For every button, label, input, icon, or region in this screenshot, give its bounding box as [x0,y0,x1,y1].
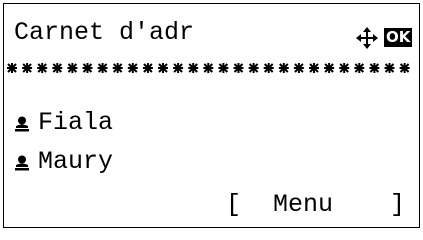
divider-star [82,63,93,73]
divider-star [127,63,138,73]
divider-star [52,63,63,73]
ok-button[interactable]: OK [384,28,413,47]
divider-star [324,63,335,73]
divider-star [278,63,289,73]
menu-label: Menu [273,190,334,219]
list-item-label: Maury [38,147,114,176]
divider-star [369,63,380,73]
divider-star [37,63,48,73]
divider-star [7,63,17,73]
divider-star [354,63,365,73]
divider-star [399,63,410,73]
divider-star [203,63,214,73]
header-divider [6,61,416,75]
divider-star [263,63,274,73]
menu-close-bracket: ] [390,190,406,219]
divider-star [67,63,78,73]
divider-star [293,63,304,73]
divider-star [218,63,229,73]
divider-star [339,63,350,73]
divider-star [112,63,123,73]
divider-star [233,63,244,73]
title-bar: Carnet d'adr OK [14,16,414,50]
divider-star [248,63,259,73]
divider-star [188,63,199,73]
menu-open-bracket: [ [226,190,242,219]
list-item-label: Fiala [38,108,114,137]
divider-star [158,63,168,73]
divider-star [97,63,108,73]
divider-star [22,63,33,73]
person-icon [14,116,30,137]
divider-star [309,63,319,73]
divider-star [384,63,395,73]
person-icon [14,155,30,176]
list-item[interactable]: Fiala [14,107,404,139]
divider-star [173,63,184,73]
lcd-panel: Carnet d'adr OK Fiala Maury [Menu] [3,3,420,228]
page-title: Carnet d'adr [14,18,195,47]
list-item[interactable]: Maury [14,146,404,178]
menu-softkey[interactable]: [ Menu ] [226,188,411,222]
divider-star [142,63,153,73]
four-way-arrow-icon [356,27,378,54]
